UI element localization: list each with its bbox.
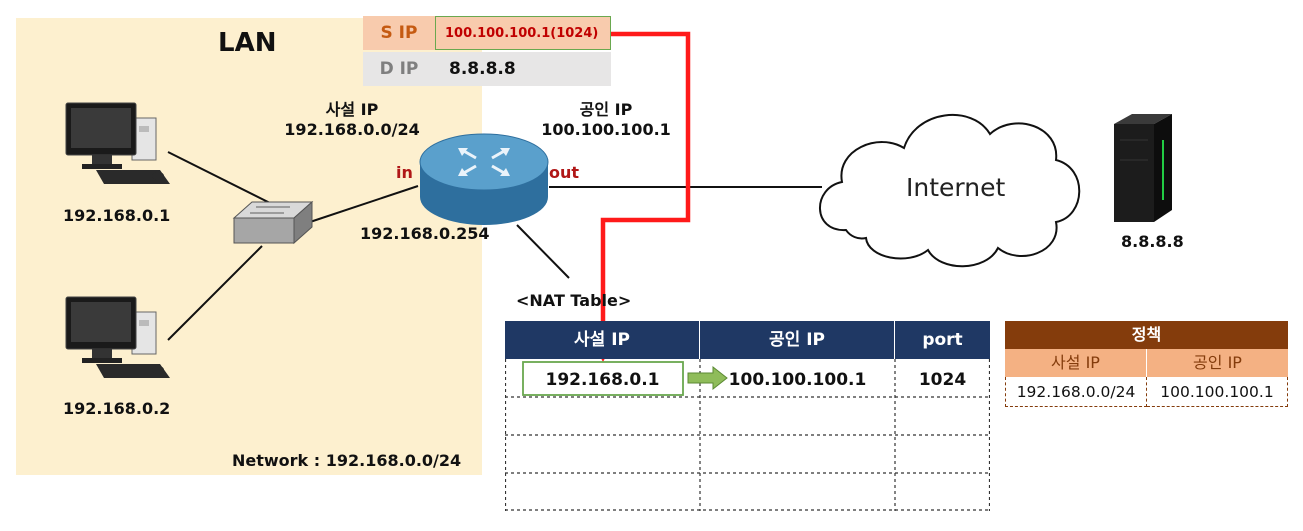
nat-header-port: port [895,321,990,359]
nat-row-port: 1024 [918,370,967,390]
router-out-label: out [549,163,580,182]
lan-title: LAN [218,28,277,58]
packet-destination-value: 8.8.8.8 [449,59,516,79]
packet-source-row: S IP 100.100.100.1(1024) [363,16,611,50]
packet-source-key: S IP [380,23,418,43]
server-ip-label: 8.8.8.8 [1121,232,1184,251]
public-ip-value: 100.100.100.1 [541,120,671,139]
policy-header-private: 사설 IP [1005,349,1147,377]
nat-table-title: <NAT Table> [516,291,632,310]
nat-header-private: 사설 IP [505,321,700,359]
pc1-link [167,151,273,205]
router-in-label: in [396,163,413,182]
nat-row-public: 100.100.100.1 [728,370,867,390]
private-ip-title: 사설 IP [325,100,379,119]
packet-source-value: 100.100.100.1(1024) [435,16,611,50]
network-label: Network : 192.168.0.0/24 [232,451,462,470]
internet-label: Internet [906,173,1006,202]
switch-router-link [309,185,419,223]
pc2-icon [65,296,170,378]
packet-destination-key: D IP [379,59,419,79]
pc1-ip-label: 192.168.0.1 [63,206,171,225]
pc1-icon [65,102,170,184]
policy-row-private: 192.168.0.0/24 [1005,377,1147,407]
router-nat-link [516,224,570,279]
pc2-link [167,245,263,341]
public-ip-title: 공인 IP [579,100,633,119]
router-icon [419,133,549,225]
policy-title: 정책 [1005,321,1288,349]
server-icon [1114,114,1172,222]
switch-icon [232,200,314,245]
policy-header-public: 공인 IP [1147,349,1288,377]
nat-row-private: 192.168.0.1 [545,370,660,390]
private-ip-range: 192.168.0.0/24 [284,120,420,139]
packet-destination-row: D IP 8.8.8.8 [363,52,611,86]
pc2-ip-label: 192.168.0.2 [63,399,171,418]
router-ip-label: 192.168.0.254 [360,224,490,243]
nat-header-public: 공인 IP [700,321,895,359]
packet-header: S IP 100.100.100.1(1024) D IP 8.8.8.8 [363,16,611,88]
policy-row-public: 100.100.100.1 [1147,377,1288,407]
